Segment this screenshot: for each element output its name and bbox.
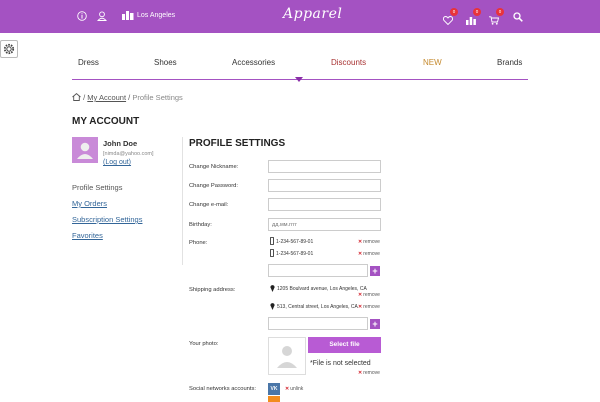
cart-badge: 0 xyxy=(496,8,504,16)
wishlist-button[interactable]: 0 xyxy=(442,8,458,26)
social-label: Social networks accounts: xyxy=(189,386,257,392)
cart-icon xyxy=(489,16,500,25)
city-label[interactable]: Los Angeles xyxy=(137,12,175,19)
remove-address-button[interactable]: ✕remove xyxy=(358,304,380,310)
nav-new[interactable]: NEW xyxy=(423,58,442,67)
nav-dress[interactable]: Dress xyxy=(78,58,99,67)
password-input[interactable] xyxy=(268,179,381,192)
email-input[interactable] xyxy=(268,198,381,211)
map-pin-icon xyxy=(270,303,275,310)
photo-label: Your photo: xyxy=(189,341,219,347)
map-pin-icon xyxy=(270,285,275,292)
remove-label: remove xyxy=(363,239,380,245)
shipping-label: Shipping address: xyxy=(189,287,236,293)
phone-number: 1-234-567-89-01 xyxy=(276,251,314,257)
top-bar: Los Angeles Apparel 0 0 0 xyxy=(0,0,600,33)
file-status: *File is not selected xyxy=(310,360,371,367)
breadcrumb-my-account[interactable]: My Account xyxy=(87,93,126,102)
compare-button[interactable]: 0 xyxy=(466,8,481,25)
nav-brands[interactable]: Brands xyxy=(497,58,522,67)
phone-number: 1-234-567-89-01 xyxy=(276,239,314,245)
password-label: Change Password: xyxy=(189,183,238,189)
user-placeholder-icon xyxy=(277,346,297,368)
vk-icon[interactable]: VK xyxy=(268,383,280,395)
wishlist-badge: 0 xyxy=(450,8,458,16)
logo[interactable]: Apparel xyxy=(283,6,342,22)
heart-icon xyxy=(442,16,454,26)
remove-label: remove xyxy=(363,304,380,310)
remove-phone-button[interactable]: ✕remove xyxy=(358,251,380,257)
breadcrumb-current: Profile Settings xyxy=(132,93,183,102)
profile-settings-heading: PROFILE SETTINGS xyxy=(189,138,286,149)
my-account-heading: MY ACCOUNT xyxy=(72,116,140,127)
shipping-address: 1205 Boulvard avenue, Los Angeles, CA xyxy=(277,286,367,292)
phone-icon xyxy=(270,237,274,245)
logout-link[interactable]: (Log out) xyxy=(103,159,131,166)
nav-discounts[interactable]: Discounts xyxy=(331,58,366,67)
remove-address-button[interactable]: ✕remove xyxy=(358,292,380,298)
side-item-subscription-settings[interactable]: Subscription Settings xyxy=(72,215,142,224)
breadcrumb-separator: / xyxy=(128,93,131,102)
shipping-address: 513, Central street, Los Angeles, CA xyxy=(277,304,358,310)
remove-label: remove xyxy=(363,251,380,257)
add-phone-button[interactable]: + xyxy=(370,266,380,276)
nickname-label: Change Nickname: xyxy=(189,164,239,170)
remove-label: remove xyxy=(363,292,380,298)
birthday-input[interactable] xyxy=(268,218,381,231)
odnoklassniki-icon[interactable] xyxy=(268,396,280,402)
add-phone-input[interactable] xyxy=(268,264,368,277)
side-item-favorites[interactable]: Favorites xyxy=(72,231,103,240)
compare-badge: 0 xyxy=(473,8,481,16)
user-icon[interactable] xyxy=(97,11,107,21)
nav-shoes[interactable]: Shoes xyxy=(154,58,177,67)
main-nav: Dress Shoes Accessories Discounts NEW Br… xyxy=(72,58,528,78)
info-icon[interactable] xyxy=(77,11,87,21)
photo-preview xyxy=(268,337,306,375)
side-item-profile-settings[interactable]: Profile Settings xyxy=(72,183,122,192)
remove-phone-button[interactable]: ✕remove xyxy=(358,239,380,245)
breadcrumb: / My Account / Profile Settings xyxy=(72,93,183,102)
nickname-input[interactable] xyxy=(268,160,381,173)
birthday-label: Birthday: xyxy=(189,222,212,228)
home-icon[interactable] xyxy=(72,93,81,101)
email-label: Change e-mail: xyxy=(189,202,229,208)
cart-button[interactable]: 0 xyxy=(489,8,504,25)
unlink-label: unlink xyxy=(290,386,304,392)
user-placeholder-icon xyxy=(77,142,93,159)
remove-label: remove xyxy=(363,370,380,376)
add-address-button[interactable]: + xyxy=(370,319,380,329)
gear-icon xyxy=(3,43,15,55)
column-divider xyxy=(182,137,183,265)
breadcrumb-separator: / xyxy=(83,93,86,102)
phone-label: Phone: xyxy=(189,240,208,246)
add-address-input[interactable] xyxy=(268,317,368,330)
user-name: John Doe xyxy=(103,139,138,148)
phone-icon xyxy=(270,249,274,257)
settings-button[interactable] xyxy=(0,40,18,58)
city-icon xyxy=(122,11,134,20)
unlink-vk-button[interactable]: ✕unlink xyxy=(285,386,303,392)
search-icon[interactable] xyxy=(513,12,523,22)
remove-photo-button[interactable]: ✕remove xyxy=(358,370,380,376)
select-file-button[interactable]: Select file xyxy=(308,337,381,353)
nav-pointer xyxy=(295,77,303,82)
user-email: [nimda@yahoo.com] xyxy=(103,151,154,157)
side-item-my-orders[interactable]: My Orders xyxy=(72,199,107,208)
nav-accessories[interactable]: Accessories xyxy=(232,58,275,67)
avatar xyxy=(72,137,98,163)
compare-icon xyxy=(466,17,476,25)
